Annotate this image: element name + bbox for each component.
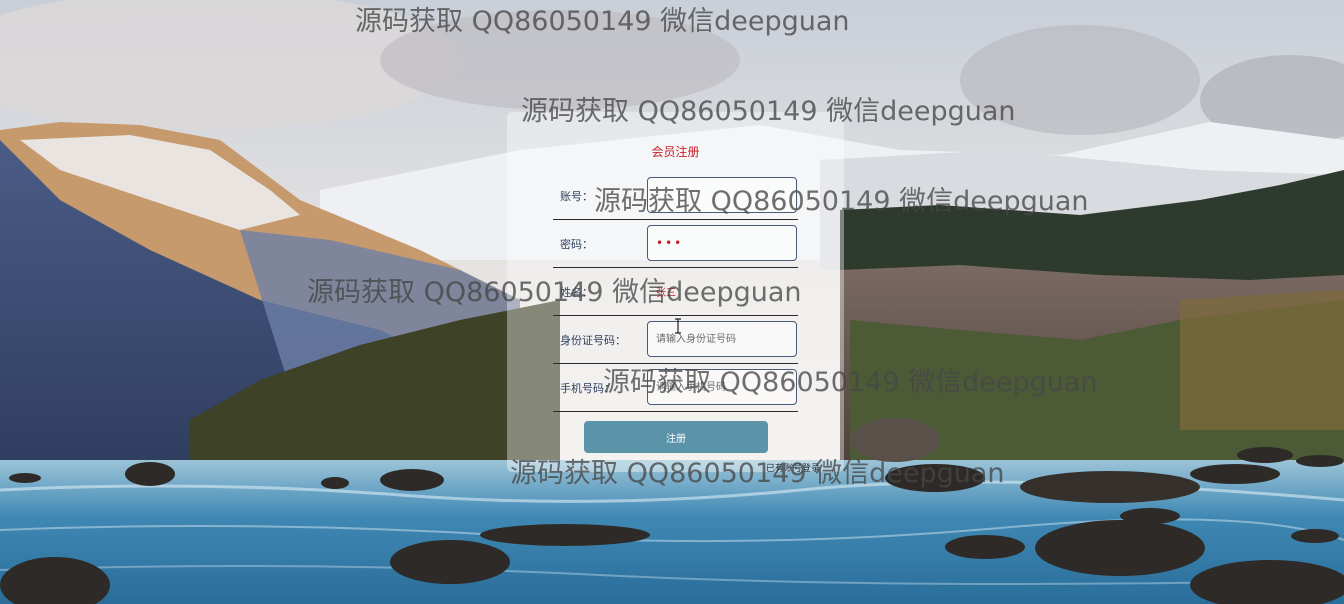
password-input[interactable] bbox=[647, 225, 797, 261]
login-link[interactable]: 已有账号登录 bbox=[766, 461, 820, 474]
idcard-label: 身份证号码： bbox=[560, 334, 626, 347]
name-label: 姓名： bbox=[560, 286, 593, 299]
idcard-input[interactable] bbox=[647, 321, 797, 357]
account-input[interactable] bbox=[647, 177, 797, 213]
form-row-name: 姓名： bbox=[553, 267, 798, 316]
phone-input[interactable] bbox=[647, 369, 797, 405]
text-cursor-icon bbox=[675, 318, 681, 334]
page-root: 会员注册 账号： 密码： 姓名： 身份证号码： 手机号码： 注册 已有账号登录 … bbox=[0, 0, 1344, 604]
form-row-phone: 手机号码： bbox=[553, 363, 798, 412]
register-panel: 会员注册 账号： 密码： 姓名： 身份证号码： 手机号码： 注册 已有账号登录 bbox=[507, 112, 844, 474]
form-row-account: 账号： bbox=[553, 171, 798, 220]
register-title: 会员注册 bbox=[651, 145, 700, 159]
account-label: 账号： bbox=[560, 190, 593, 203]
form-row-password: 密码： bbox=[553, 219, 798, 268]
name-input[interactable] bbox=[647, 273, 797, 309]
phone-label: 手机号码： bbox=[560, 382, 615, 395]
password-label: 密码： bbox=[560, 238, 593, 251]
register-button[interactable]: 注册 bbox=[584, 421, 768, 453]
